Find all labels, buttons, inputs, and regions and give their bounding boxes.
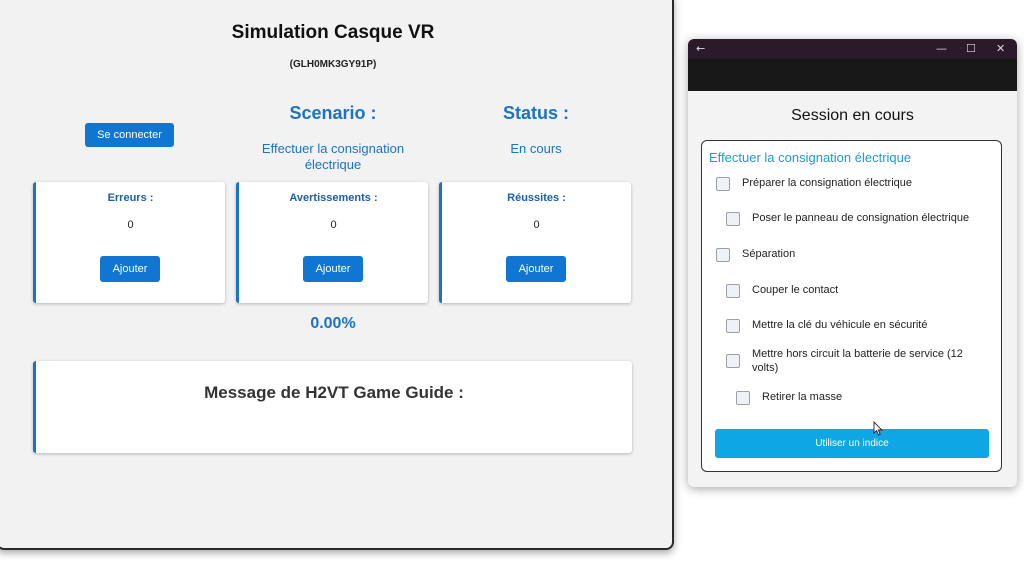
task-item[interactable]: Mettre la clé du véhicule en sécurité xyxy=(726,318,991,333)
session-title: Session en cours xyxy=(791,107,914,124)
task-label: Poser le panneau de consignation électri… xyxy=(752,212,970,224)
main-window: Simulation Casque VR (GLH0MK3GY91P) Se c… xyxy=(0,0,674,550)
window-toolbar xyxy=(688,59,1017,91)
task-item[interactable]: Couper le contact xyxy=(726,283,991,298)
tasks-heading: Effectuer la consignation électrique xyxy=(709,150,912,165)
task-label: Retirer la masse xyxy=(762,391,843,403)
task-checkbox[interactable] xyxy=(716,248,730,262)
errors-label: Erreurs : xyxy=(107,192,154,204)
message-title: Message de H2VT Game Guide : xyxy=(204,383,464,402)
warnings-label: Avertissements : xyxy=(289,192,378,204)
warnings-count: 0 xyxy=(330,219,337,231)
errors-count: 0 xyxy=(127,219,134,231)
scenario-heading: Scenario : xyxy=(289,103,377,123)
successes-count: 0 xyxy=(533,219,540,231)
connect-button[interactable]: Se connecter xyxy=(85,123,174,147)
maximize-icon[interactable]: ☐ xyxy=(966,42,976,56)
status-heading: Status : xyxy=(502,103,569,123)
app-title: Simulation Casque VR xyxy=(231,22,435,43)
task-checkbox[interactable] xyxy=(726,212,740,226)
tasks-panel: Effectuer la consignation électrique Pré… xyxy=(701,140,1002,472)
successes-label: Réussites : xyxy=(507,192,566,204)
status-value: En cours xyxy=(510,141,562,156)
use-hint-button[interactable]: Utiliser un indice xyxy=(715,429,989,458)
task-label: Séparation xyxy=(742,248,796,260)
window-titlebar: ← — ☐ ✕ xyxy=(688,39,1017,59)
task-item[interactable]: Séparation xyxy=(716,247,986,262)
task-item[interactable]: Préparer la consignation électrique xyxy=(716,176,986,191)
scenario-value: Effectuer la consignation électrique xyxy=(261,141,405,172)
errors-card: Erreurs : 0 Ajouter xyxy=(33,182,225,303)
mouse-cursor-icon xyxy=(873,421,883,436)
task-item[interactable]: Retirer la masse xyxy=(736,390,986,405)
task-label: Couper le contact xyxy=(752,284,839,296)
task-label: Mettre hors circuit la batterie de servi… xyxy=(752,348,963,374)
warnings-card: Avertissements : 0 Ajouter xyxy=(236,182,428,303)
task-checkbox[interactable] xyxy=(736,391,750,405)
add-warning-button[interactable]: Ajouter xyxy=(303,256,363,282)
task-label: Préparer la consignation électrique xyxy=(742,177,912,189)
close-icon[interactable]: ✕ xyxy=(996,42,1005,56)
task-checkbox[interactable] xyxy=(726,354,740,368)
back-arrow-icon[interactable]: ← xyxy=(696,42,705,56)
task-label: Mettre la clé du véhicule en sécurité xyxy=(752,319,928,331)
minimize-icon[interactable]: — xyxy=(936,42,947,56)
task-checkbox[interactable] xyxy=(726,284,740,298)
task-checkbox[interactable] xyxy=(726,319,740,333)
task-item[interactable]: Mettre hors circuit la batterie de servi… xyxy=(726,347,976,375)
successes-card: Réussites : 0 Ajouter xyxy=(439,182,631,303)
add-success-button[interactable]: Ajouter xyxy=(506,256,566,282)
session-window: ← — ☐ ✕ Session en cours Effectuer la co… xyxy=(688,39,1017,487)
task-checkbox[interactable] xyxy=(716,177,730,191)
task-item[interactable]: Poser le panneau de consignation électri… xyxy=(726,211,991,226)
progress-percentage: 0.00% xyxy=(310,315,356,332)
game-guide-message-panel: Message de H2VT Game Guide : xyxy=(33,361,632,453)
add-error-button[interactable]: Ajouter xyxy=(100,256,160,282)
device-id: (GLH0MK3GY91P) xyxy=(289,59,377,70)
